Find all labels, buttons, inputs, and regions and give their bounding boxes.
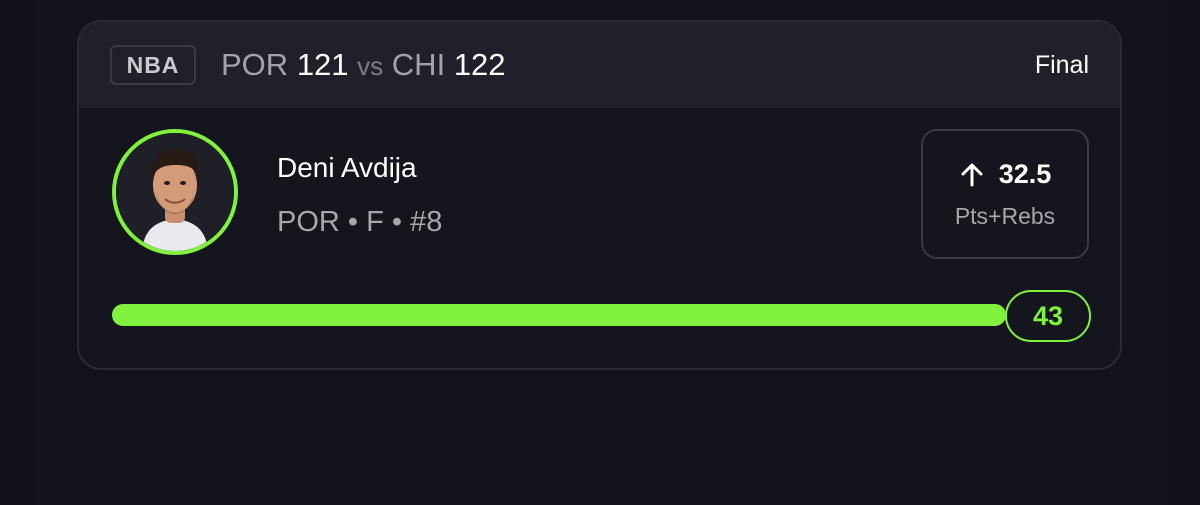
- right-rail: [1168, 0, 1200, 505]
- left-rail: [0, 0, 34, 505]
- player-name: Deni Avdija: [277, 152, 417, 183]
- meta-separator: •: [347, 206, 359, 238]
- progress-fill: [112, 304, 1006, 326]
- player-avatar: [112, 129, 238, 255]
- actual-stat-bubble: 43: [1005, 290, 1091, 342]
- player-meta: POR • F • #8: [277, 202, 442, 242]
- away-team: POR: [221, 47, 289, 82]
- home-team: CHI: [391, 47, 446, 82]
- vs-label: vs: [357, 51, 384, 81]
- prop-stat-label: Pts+Rebs: [954, 203, 1056, 229]
- prop-line-box[interactable]: 32.5 Pts+Rebs: [921, 129, 1089, 259]
- home-score: 122: [453, 47, 506, 82]
- player-team: POR: [277, 206, 340, 238]
- player-prop-card[interactable]: NBA POR 121 vs CHI 122 Final Deni Avdija…: [77, 20, 1122, 370]
- prop-line-value: 32.5: [998, 159, 1052, 189]
- player-number: #8: [410, 206, 443, 238]
- league-badge: NBA: [110, 45, 196, 85]
- player-headshot-icon: [116, 133, 234, 251]
- progress-track: [112, 304, 1006, 326]
- meta-separator: •: [391, 206, 403, 238]
- prop-line-row: 32.5: [923, 159, 1087, 190]
- game-header: NBA POR 121 vs CHI 122 Final: [79, 22, 1120, 108]
- matchup-score: POR 121 vs CHI 122: [221, 45, 506, 86]
- game-status: Final: [1034, 51, 1089, 79]
- arrow-up-icon: [961, 163, 983, 186]
- away-score: 121: [296, 47, 349, 82]
- player-position: F: [366, 206, 384, 238]
